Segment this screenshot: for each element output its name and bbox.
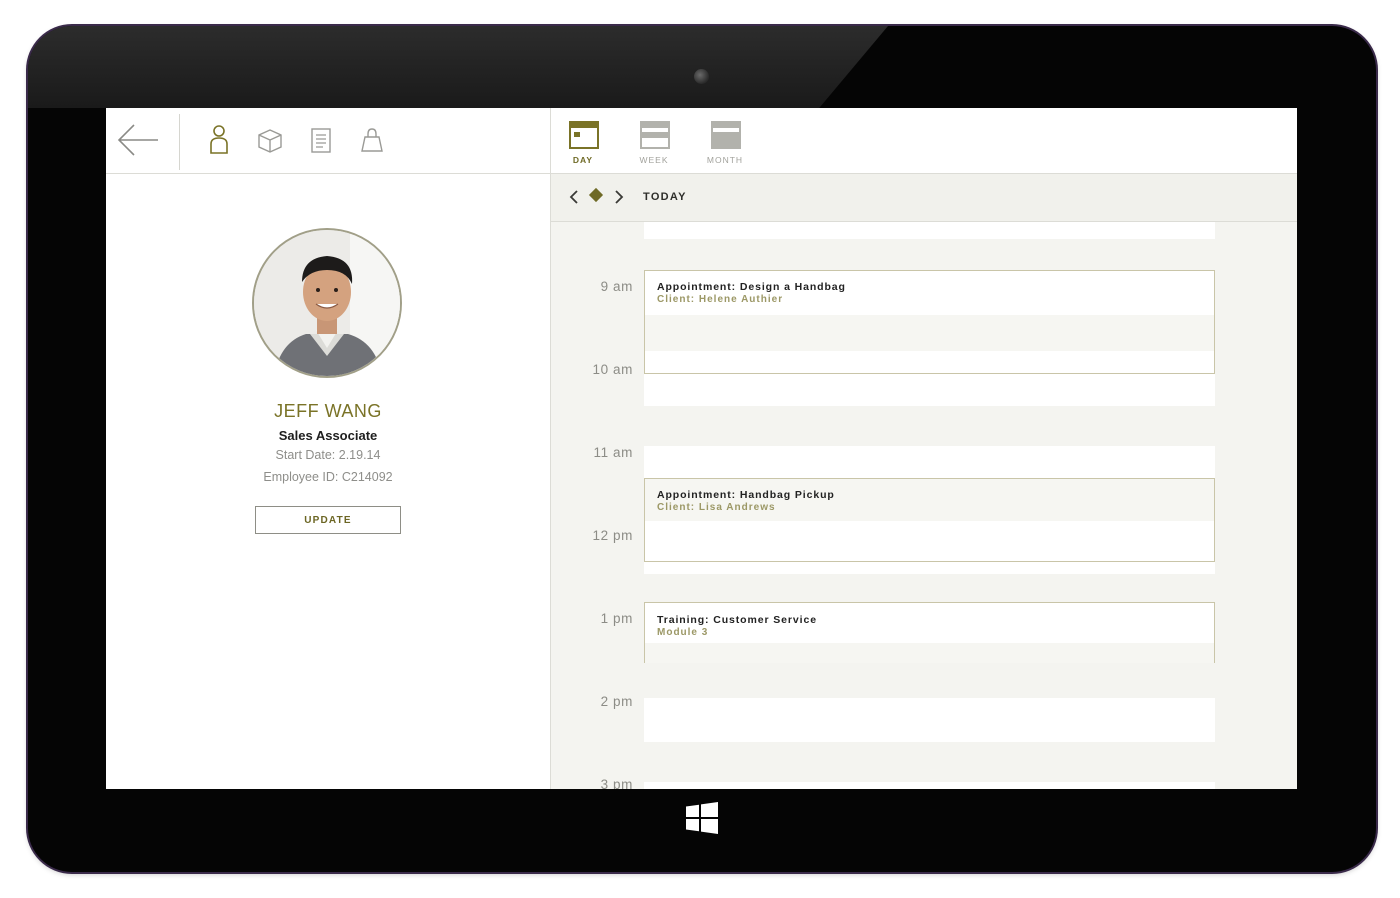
view-switcher: DAY WEEK MONTH [551,108,1297,174]
event-stripe [645,643,1214,663]
camera-icon [694,69,709,84]
person-icon[interactable] [205,124,233,156]
event-title: Appointment: Design a Handbag [657,281,846,293]
date-navigation: TODAY [551,174,1297,222]
avatar-portrait-icon [254,230,400,376]
shopping-bag-icon[interactable] [358,124,386,156]
month-view-icon [711,121,741,149]
hour-label: 11 am [593,445,633,460]
time-slot[interactable] [644,222,1215,239]
windows-logo-icon[interactable] [686,802,718,834]
event-title: Training: Customer Service [657,614,817,626]
event-subtitle: Module 3 [657,627,709,638]
avatar[interactable] [252,228,402,378]
hour-label: 3 pm [600,777,633,789]
start-date: Start Date: 2.19.14 [275,448,381,462]
employee-id: Employee ID: C214092 [263,470,393,484]
employee-name: JEFF WANG [274,401,382,421]
hour-label: 9 am [600,279,633,294]
event-card[interactable]: Appointment: Handbag Pickup Client: Lisa… [644,478,1215,562]
calendar-pane: DAY WEEK MONTH TODAY 9 am 10 am 11 am 12… [551,108,1297,789]
week-view-icon [640,121,670,149]
box-icon[interactable] [256,124,284,156]
event-subtitle: Client: Helene Authier [657,294,784,305]
event-card[interactable]: Appointment: Design a Handbag Client: He… [644,270,1215,374]
tab-week[interactable]: WEEK [628,120,680,168]
day-view-icon [569,121,599,149]
chevron-right-icon[interactable] [613,188,625,206]
employee-role: Sales Associate [278,428,378,443]
chevron-left-icon[interactable] [568,188,580,206]
hour-label: 2 pm [600,694,633,709]
app-screen: JEFF WANG Sales Associate Start Date: 2.… [106,108,1297,789]
tab-month[interactable]: MONTH [699,120,751,168]
event-subtitle: Client: Lisa Andrews [657,502,776,513]
bezel-glare [28,26,888,108]
tab-month-label: MONTH [706,155,744,165]
back-arrow-icon[interactable] [116,120,160,160]
time-slot[interactable] [644,698,1215,742]
current-date-diamond-icon[interactable] [588,187,604,203]
today-button[interactable]: TODAY [643,191,687,203]
time-slot[interactable] [644,782,1215,789]
update-button[interactable]: UPDATE [255,506,401,534]
tab-day[interactable]: DAY [557,120,609,168]
event-title: Appointment: Handbag Pickup [657,489,835,501]
hour-label: 1 pm [600,611,633,626]
profile-pane: JEFF WANG Sales Associate Start Date: 2.… [106,108,551,789]
event-stripe [645,315,1214,351]
toolbar-divider [179,114,180,170]
hour-label: 10 am [592,362,633,377]
profile-toolbar [106,108,550,174]
document-icon[interactable] [307,124,335,156]
day-timeline: 9 am 10 am 11 am 12 pm 1 pm 2 pm 3 pm Ap… [551,222,1297,789]
tab-week-label: WEEK [639,155,669,165]
tab-day-label: DAY [572,155,594,165]
event-card[interactable]: Training: Customer Service Module 3 [644,602,1215,663]
hour-label: 12 pm [592,528,633,543]
